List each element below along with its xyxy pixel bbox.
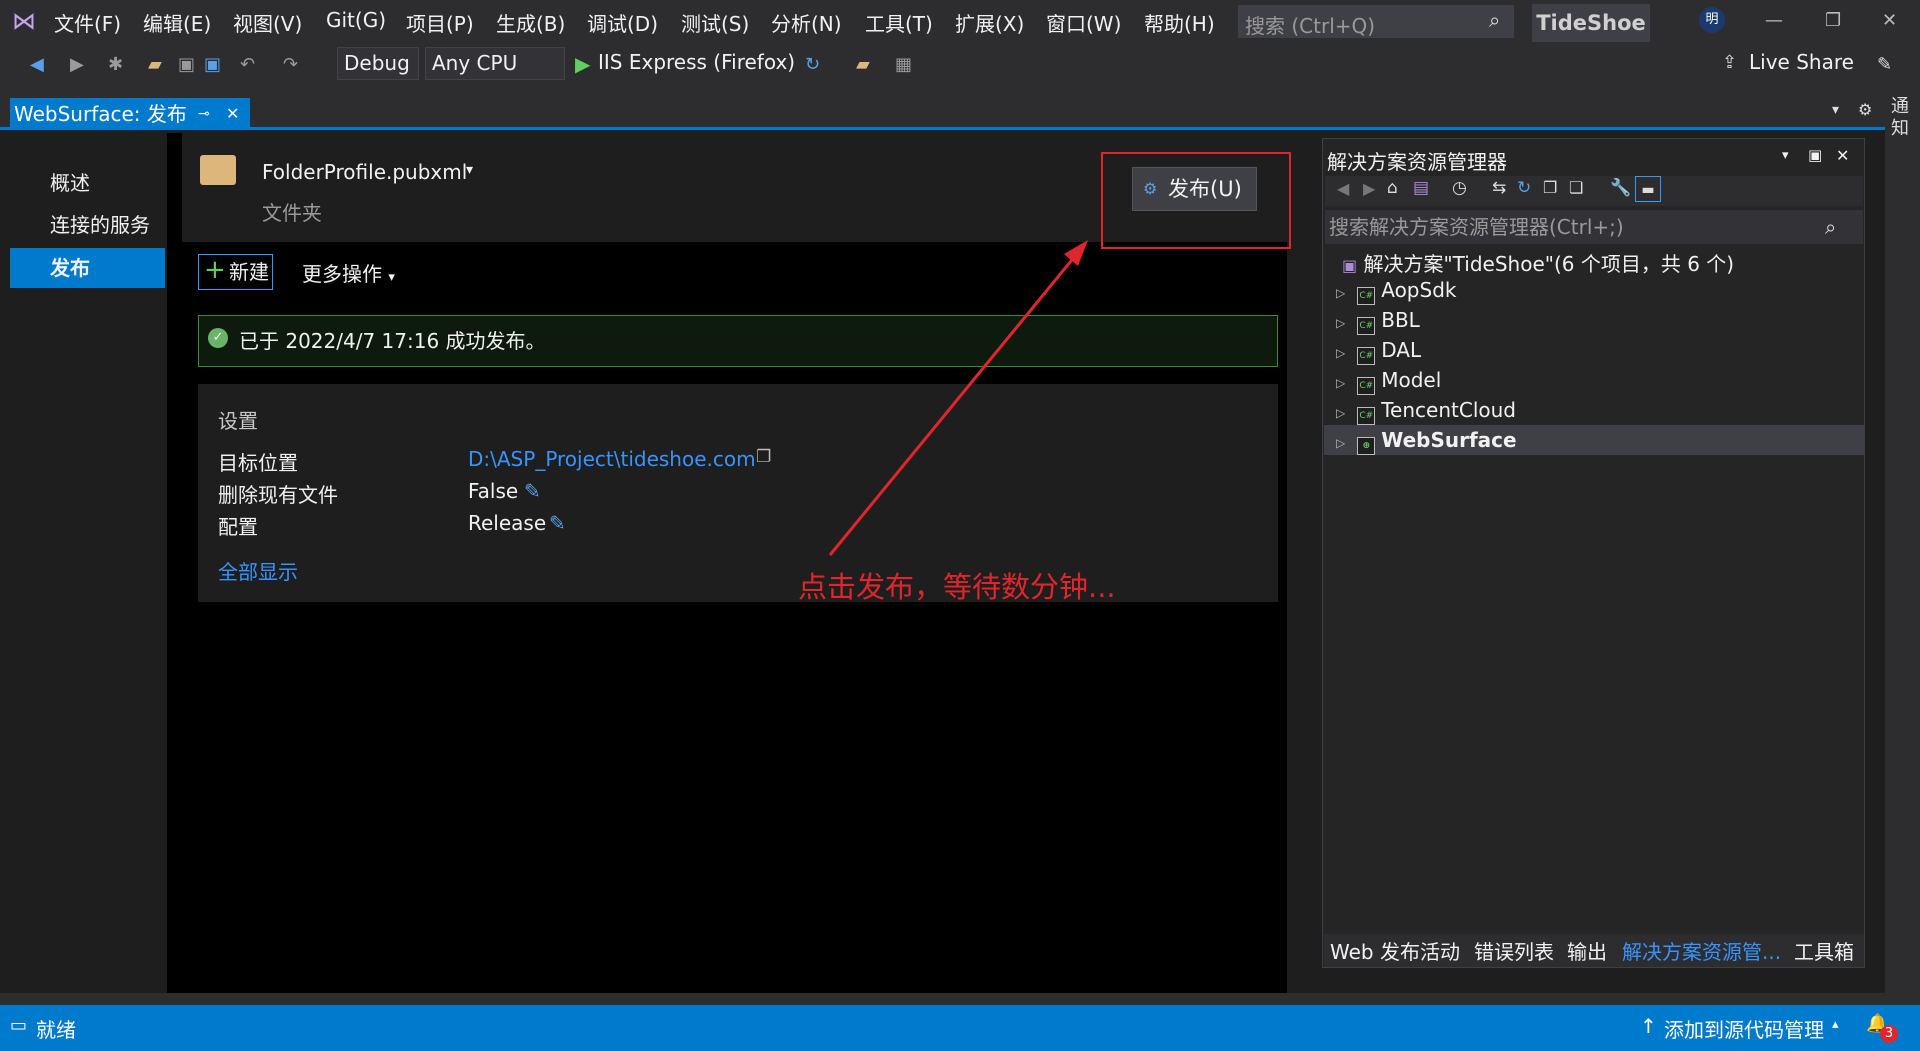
se-refresh-icon[interactable]: ↻ (1517, 178, 1531, 198)
expand-icon[interactable]: ▷ (1336, 436, 1345, 450)
se-back-icon[interactable]: ◀ (1337, 179, 1349, 198)
tree-item-dal[interactable]: ▷ C# DAL (1336, 338, 1421, 365)
status-ready-icon: ▭ (10, 1015, 28, 1036)
properties-icon[interactable]: 🔧 (1610, 178, 1631, 198)
se-toolbar: ◀ ▶ ⌂ ▤ ◷ ⇆ ↻ ❐ ❏ 🔧 ▬ (1325, 176, 1863, 206)
expand-icon[interactable]: ▷ (1336, 376, 1345, 390)
source-control-arrow-icon: ↑ (1640, 1014, 1657, 1038)
tree-item-label: BBL (1381, 308, 1420, 332)
se-search-icon: ⌕ (1825, 215, 1837, 239)
tree-solution-label: 解决方案"TideShoe"(6 个项目，共 6 个) (1363, 252, 1735, 276)
notification-badge: 3 (1880, 1025, 1898, 1043)
tree-item-label: TencentCloud (1381, 398, 1516, 422)
web-project-icon: ⊕ (1357, 437, 1376, 455)
tree-item-bbl[interactable]: ▷ C# BBL (1336, 308, 1420, 335)
status-ready: 就绪 (36, 1018, 76, 1042)
se-dropdown-icon[interactable]: ▾ (1782, 148, 1789, 163)
tree-item-aopsdk[interactable]: ▷ C# AopSdk (1336, 278, 1456, 305)
csharp-project-icon: C# (1357, 317, 1376, 335)
switch-view-icon[interactable]: ▤ (1413, 178, 1429, 198)
tree-solution[interactable]: ▣ 解决方案"TideShoe"(6 个项目，共 6 个) (1342, 248, 1734, 277)
se-maximize-icon[interactable]: ▣ (1808, 146, 1822, 164)
tab-toolbox[interactable]: 工具箱 (1794, 936, 1854, 965)
add-to-source-control[interactable]: 添加到源代码管理 (1664, 1014, 1824, 1043)
tree-item-label: DAL (1381, 338, 1422, 362)
se-search-placeholder: 搜索解决方案资源管理器(Ctrl+;) (1329, 215, 1624, 239)
tree-item-tencentcloud[interactable]: ▷ C# TencentCloud (1336, 398, 1516, 425)
expand-icon[interactable]: ▷ (1336, 316, 1345, 330)
solution-explorer-title: 解决方案资源管理器 (1327, 150, 1507, 174)
show-all-files-icon[interactable]: ❏ (1569, 178, 1583, 197)
tab-solution-explorer[interactable]: 解决方案资源管... (1622, 936, 1781, 965)
tree-item-label: AopSdk (1381, 278, 1457, 302)
csharp-project-icon: C# (1357, 377, 1376, 395)
status-separator (0, 993, 1920, 1005)
expand-icon[interactable]: ▷ (1336, 286, 1345, 300)
tab-web-publish-activity[interactable]: Web 发布活动 (1330, 936, 1460, 965)
csharp-project-icon: C# (1357, 347, 1376, 365)
se-close-icon[interactable]: ✕ (1836, 146, 1849, 165)
tree-item-websurface[interactable]: ▷ ⊕ WebSurface (1336, 428, 1517, 455)
tab-output[interactable]: 输出 (1567, 936, 1607, 965)
home-icon[interactable]: ⌂ (1387, 178, 1398, 198)
sync-icon[interactable]: ⇆ (1492, 178, 1506, 198)
tab-error-list[interactable]: 错误列表 (1474, 936, 1554, 965)
tree-item-label: WebSurface (1381, 428, 1517, 452)
collapse-all-icon[interactable]: ❐ (1543, 178, 1557, 197)
se-forward-icon[interactable]: ▶ (1363, 179, 1375, 198)
status-bar: ▭ 就绪 ↑ 添加到源代码管理 ▴ 🔔 3 (0, 1005, 1920, 1051)
solution-icon: ▣ (1342, 256, 1358, 275)
csharp-project-icon: C# (1357, 287, 1376, 305)
se-search-input[interactable]: 搜索解决方案资源管理器(Ctrl+;) ⌕ (1325, 210, 1863, 244)
expand-icon[interactable]: ▷ (1336, 346, 1345, 360)
tree-item-model[interactable]: ▷ C# Model (1336, 368, 1441, 395)
chevron-up-icon[interactable]: ▴ (1832, 1017, 1839, 1032)
tree-item-label: Model (1381, 368, 1442, 392)
expand-icon[interactable]: ▷ (1336, 406, 1345, 420)
pending-changes-icon[interactable]: ◷ (1452, 178, 1467, 198)
preview-icon[interactable]: ▬ (1635, 176, 1661, 202)
csharp-project-icon: C# (1357, 407, 1376, 425)
annotation-text: 点击发布，等待数分钟... (798, 570, 1116, 604)
